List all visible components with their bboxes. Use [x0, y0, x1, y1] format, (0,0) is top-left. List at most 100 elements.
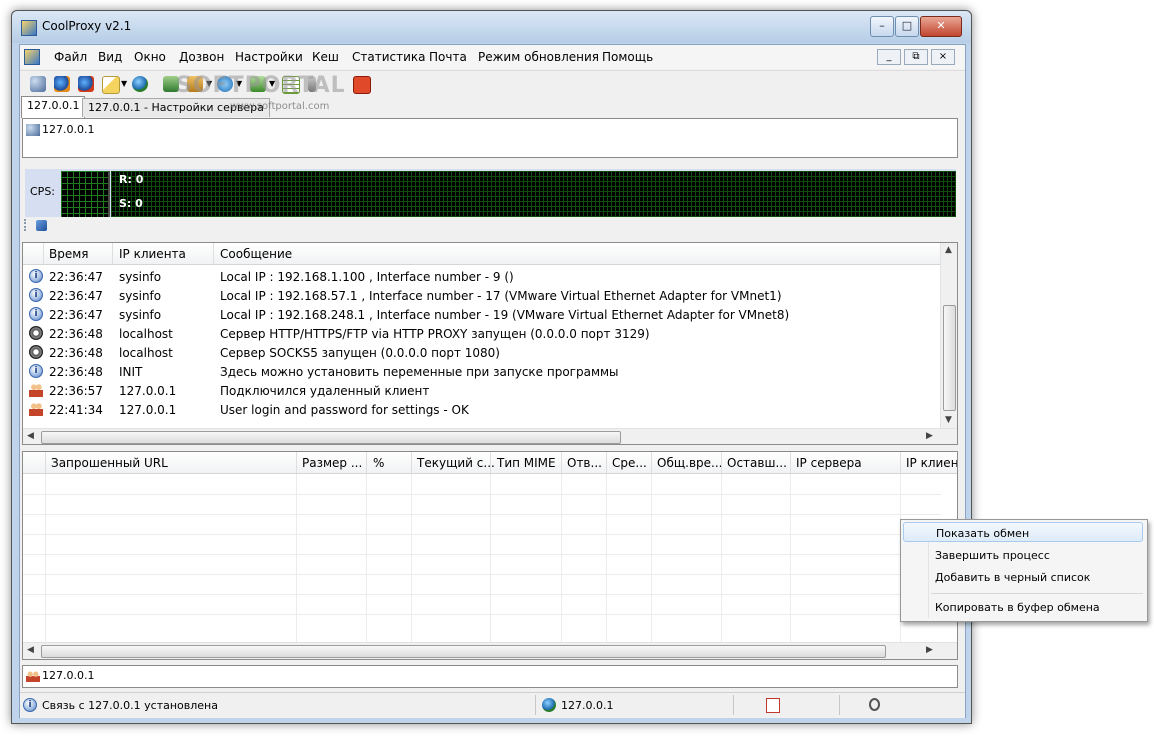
menu-item-label: Копировать в буфер обмена [935, 601, 1100, 614]
menu-item-kill-process[interactable]: Завершить процесс [903, 545, 1143, 565]
cps-label: CPS: [30, 185, 56, 198]
log-message: Local IP : 192.168.1.100 , Interface num… [220, 270, 514, 284]
mail-dropdown-arrow[interactable]: ▼ [121, 79, 127, 88]
menu-item-show-exchange[interactable]: Показать обмен [903, 522, 1143, 542]
maximize-button[interactable]: □ [895, 16, 919, 37]
menu-item-copy-to-clipboard[interactable]: Копировать в буфер обмена [903, 597, 1143, 617]
menu-item-add-to-blacklist[interactable]: Добавить в черный список [903, 567, 1143, 587]
connect-icon[interactable] [54, 76, 70, 92]
mdi-close-button[interactable]: × [931, 49, 955, 65]
column-header-client-ip[interactable]: IP клиент [906, 456, 957, 470]
log-time: 22:36:47 [49, 308, 103, 322]
connections-horizontal-scrollbar[interactable]: ◀ ▶ [23, 642, 957, 659]
column-separator [43, 243, 44, 264]
menu-update-mode[interactable]: Режим обновления [478, 50, 599, 64]
column-header-total-time[interactable]: Общ.вре... [657, 456, 722, 470]
mail-icon[interactable] [102, 76, 120, 94]
menu-help[interactable]: Помощь [602, 50, 653, 64]
log-row[interactable]: 22:36:57 127.0.0.1 Подключился удаленный к… [23, 381, 941, 400]
host-panel: 127.0.0.1 [22, 118, 958, 158]
menu-cache[interactable]: Кеш [312, 50, 339, 64]
gear-icon [29, 326, 43, 340]
log-client-ip: INIT [119, 365, 143, 379]
title-bar[interactable]: CoolProxy v2.1 – □ ✕ [12, 11, 971, 43]
column-header-response[interactable]: Отв... [567, 456, 602, 470]
log-header: Время IP клиента Сообщение [23, 243, 941, 265]
log-row[interactable]: 22:41:34 127.0.0.1 User login and password… [23, 400, 941, 419]
scroll-left-arrow[interactable]: ◀ [27, 645, 34, 655]
column-header-client-ip[interactable]: IP клиента [119, 247, 186, 261]
column-separator [606, 452, 607, 473]
column-header-time[interactable]: Время [49, 247, 89, 261]
power-icon[interactable] [353, 76, 371, 94]
column-header-message[interactable]: Сообщение [220, 247, 292, 261]
log-horizontal-scrollbar[interactable]: ◀ ▶ [23, 428, 957, 444]
column-header-remaining[interactable]: Оставш... [727, 456, 787, 470]
connections-hscroll-thumb[interactable] [41, 645, 886, 658]
minimize-button[interactable]: – [870, 16, 894, 37]
log-file-icon[interactable] [766, 698, 780, 713]
log-row[interactable]: 22:36:48 localhost Сервер HTTP/HTTPS/FTP v… [23, 324, 941, 343]
column-header-size[interactable]: Размер ... [302, 456, 362, 470]
log-row[interactable]: 22:36:48 localhost Сервер SOCKS5 запущен (… [23, 343, 941, 362]
traffic-graph [111, 171, 956, 217]
disconnect-icon[interactable] [78, 76, 94, 92]
menu-statistics[interactable]: Статистика [352, 50, 426, 64]
log-list[interactable]: Время IP клиента Сообщение i 22:36:47 sysi… [22, 242, 958, 445]
column-header-server-ip[interactable]: IP сервера [796, 456, 862, 470]
host-label: 127.0.0.1 [42, 123, 95, 136]
scroll-down-arrow[interactable]: ▼ [945, 415, 952, 425]
grid-line [606, 474, 607, 642]
column-separator [45, 452, 46, 473]
log-time: 22:36:48 [49, 365, 103, 379]
menu-window[interactable]: Окно [134, 50, 166, 64]
pin-icon[interactable] [36, 220, 47, 231]
mdi-restore-button[interactable]: ⧉ [904, 49, 928, 65]
document-icon[interactable] [24, 49, 40, 65]
network-icon[interactable] [30, 76, 46, 92]
log-hscroll-thumb[interactable] [41, 431, 621, 444]
column-separator [651, 452, 652, 473]
column-header-percent[interactable]: % [373, 456, 384, 470]
app-window: CoolProxy v2.1 – □ ✕ Файл Вид Окно Дозво… [11, 10, 972, 724]
info-icon: i [29, 288, 43, 302]
column-header-average[interactable]: Сре... [612, 456, 647, 470]
column-header-current-speed[interactable]: Текущий с... [417, 456, 495, 470]
scroll-right-arrow[interactable]: ▶ [926, 431, 933, 441]
grid-line [23, 614, 941, 615]
scroll-right-arrow[interactable]: ▶ [926, 645, 933, 655]
tab-strip: 127.0.0.1 127.0.0.1 - Настройки сервера … [20, 96, 965, 118]
log-scroll-thumb[interactable] [943, 305, 956, 411]
log-vertical-scrollbar[interactable]: ▲ ▼ [940, 243, 957, 428]
context-menu: Показать обмен Завершить процесс Добавит… [900, 519, 1148, 622]
column-separator [296, 452, 297, 473]
status-divider [839, 695, 840, 715]
info-icon: i [23, 698, 37, 712]
log-row[interactable]: i 22:36:47 sysinfo Local IP : 192.168.248.1… [23, 305, 941, 324]
menu-file[interactable]: Файл [54, 50, 87, 64]
splitter-grip[interactable] [24, 219, 34, 231]
tab-localhost[interactable]: 127.0.0.1 [21, 96, 86, 118]
mdi-minimize-button[interactable]: _ [877, 49, 901, 65]
menu-settings[interactable]: Настройки [235, 50, 303, 64]
cps-history-graph [61, 171, 110, 217]
log-message: Сервер SOCKS5 запущен (0.0.0.0 порт 1080… [220, 346, 500, 360]
log-row[interactable]: i 22:36:47 sysinfo Local IP : 192.168.57.1 … [23, 286, 941, 305]
column-header-mime[interactable]: Тип MIME [497, 456, 556, 470]
client-label: 127.0.0.1 [42, 669, 95, 682]
globe-icon[interactable] [132, 76, 148, 92]
scroll-left-arrow[interactable]: ◀ [27, 431, 34, 441]
column-separator [790, 452, 791, 473]
close-button[interactable]: ✕ [920, 16, 962, 37]
menu-mail[interactable]: Почта [429, 50, 467, 64]
info-icon: i [29, 307, 43, 321]
log-row[interactable]: i 22:36:47 sysinfo Local IP : 192.168.1.100… [23, 267, 941, 286]
log-row[interactable]: i 22:36:48 INIT Здесь можно установить пере… [23, 362, 941, 381]
scroll-up-arrow[interactable]: ▲ [945, 245, 952, 255]
menu-view[interactable]: Вид [98, 50, 122, 64]
connections-table[interactable]: Запрошенный URL Размер ... % Текущий с..… [22, 451, 958, 660]
menu-dialup[interactable]: Дозвон [179, 50, 224, 64]
watch-icon[interactable] [869, 698, 880, 711]
column-header-url[interactable]: Запрошенный URL [51, 456, 168, 470]
info-icon: i [29, 364, 43, 378]
